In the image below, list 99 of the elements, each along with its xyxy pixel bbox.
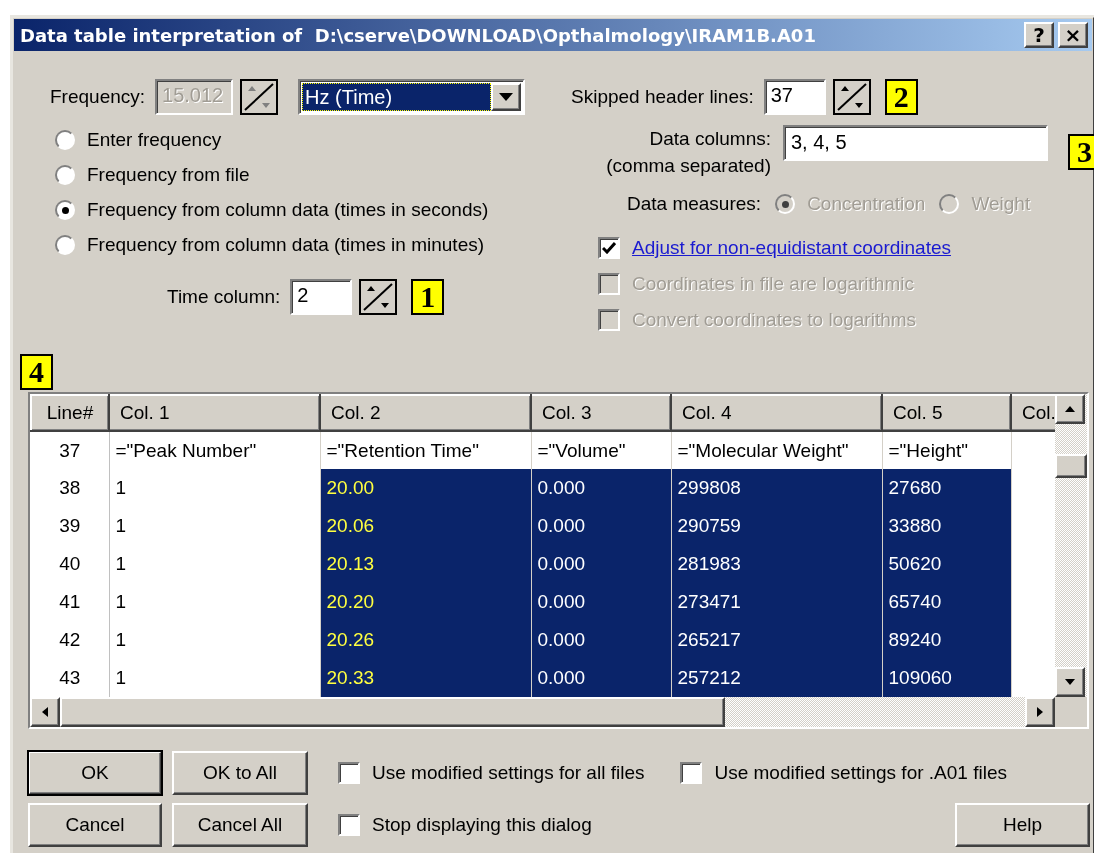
table-cell: 257212 (671, 659, 882, 697)
callout-number: 3 (1068, 134, 1094, 170)
checkbox[interactable] (338, 814, 360, 836)
spin-button[interactable] (240, 79, 279, 115)
checkbox[interactable] (680, 762, 703, 784)
radio-label: Frequency from column data (times in minutes) (87, 234, 485, 256)
dialog-button[interactable]: OK to All (172, 751, 308, 795)
column-header[interactable]: Col. 3 (531, 395, 671, 431)
spin-button[interactable] (832, 79, 871, 115)
scroll-thumb[interactable] (1055, 453, 1087, 478)
table-cell: 281983 (671, 545, 882, 583)
field-label: Skipped header lines: (571, 86, 754, 108)
dialog-button[interactable]: OK (28, 751, 162, 795)
callout-number: 2 (884, 79, 918, 115)
table-cell: 109060 (882, 659, 1011, 697)
table-cell: 20.06 (320, 507, 531, 545)
scroll-thumb[interactable] (60, 697, 725, 727)
field-label: Data measures: (627, 193, 762, 215)
dialog-button[interactable]: Cancel (28, 803, 162, 847)
spin-arrows-icon (835, 82, 868, 112)
line-number: 39 (31, 507, 109, 545)
line-number: 40 (31, 545, 109, 583)
table-cell: 20.26 (320, 621, 531, 659)
scrollbar-corner (1055, 697, 1087, 727)
checkbox-label: Use modified settings for all files (372, 762, 645, 784)
horizontal-scrollbar[interactable] (30, 697, 1055, 727)
callout-number: 1 (411, 279, 445, 315)
table-cell: 0.000 (531, 621, 671, 659)
checkbox[interactable] (598, 237, 620, 259)
table-cell: 27680 (882, 469, 1011, 507)
table-cell: 20.13 (320, 545, 531, 583)
vertical-scrollbar[interactable] (1055, 394, 1087, 697)
line-number: 42 (31, 621, 109, 659)
spin-arrows-icon (243, 82, 276, 112)
table-cell: 1 (109, 507, 320, 545)
checkbox[interactable] (338, 762, 360, 784)
radio-button[interactable] (55, 165, 75, 185)
scroll-right-button[interactable] (1025, 697, 1055, 727)
table-cell: 265217 (671, 621, 882, 659)
scroll-down-button[interactable] (1055, 666, 1085, 697)
title-bar-button[interactable]: × (1058, 22, 1088, 48)
input-field[interactable]: 3, 4, 5 (783, 125, 1048, 161)
table-cell: 1 (109, 545, 320, 583)
table-cell: 33880 (882, 507, 1011, 545)
dropdown-value: Hz (Time) (302, 83, 492, 111)
column-header[interactable]: Col. 2 (320, 395, 531, 431)
dialog-button[interactable]: Cancel All (172, 803, 308, 847)
table-cell: 1 (109, 469, 320, 507)
callout-number: 4 (20, 354, 53, 390)
title-bar-button[interactable]: ? (1024, 22, 1054, 48)
radio-button[interactable] (55, 130, 75, 150)
table-cell: 89240 (882, 621, 1011, 659)
radio-button[interactable] (55, 200, 75, 220)
table-cell: 1 (109, 583, 320, 621)
line-number: 38 (31, 469, 109, 507)
checkbox-label: Stop displaying this dialog (372, 814, 592, 836)
field-label: Time column: (167, 286, 281, 308)
radio-label: Enter frequency (87, 129, 222, 151)
number-field[interactable]: 37 (763, 79, 826, 115)
table-cell: 0.000 (531, 659, 671, 697)
line-number: 41 (31, 583, 109, 621)
table-cell: 0.000 (531, 507, 671, 545)
checkbox-label: Adjust for non-equidistant coordinates (632, 237, 951, 259)
table-cell: 65740 (882, 583, 1011, 621)
dropdown-button[interactable] (491, 83, 522, 111)
table-cell: 20.33 (320, 659, 531, 697)
table-cell: 290759 (671, 507, 882, 545)
radio-label: Frequency from file (87, 164, 250, 186)
table-cell: 0.000 (531, 545, 671, 583)
column-header[interactable]: Col. 4 (671, 395, 882, 431)
column-header[interactable]: Col. 5 (882, 395, 1011, 431)
table-cell: 0.000 (531, 583, 671, 621)
number-field[interactable]: 2 (290, 279, 353, 315)
spin-button[interactable] (359, 279, 398, 315)
scroll-up-button[interactable] (1055, 394, 1085, 424)
scroll-left-button[interactable] (30, 697, 60, 727)
table-cell: ="Peak Number" (109, 431, 320, 469)
table-cell: 0.000 (531, 469, 671, 507)
help-button[interactable]: Help (955, 803, 1090, 847)
column-header[interactable]: Col. (1011, 395, 1055, 431)
checkbox-label: Use modified settings for .A01 files (714, 762, 1007, 784)
table-cell: 50620 (882, 545, 1011, 583)
table-cell: 20.00 (320, 469, 531, 507)
spin-arrows-icon (362, 282, 395, 312)
table-cell: 273471 (671, 583, 882, 621)
window-title: Data table interpretation of D:\cserve\DOWNLOAD\Opthalmology\IRAM1B.A01 (20, 24, 816, 46)
check-icon (602, 242, 616, 254)
field-label: Frequency: (50, 86, 146, 108)
radio-label: Frequency from column data (times in seconds) (87, 199, 489, 221)
radio-button[interactable] (55, 235, 75, 255)
column-header[interactable]: Col. 1 (109, 395, 320, 431)
field-label: Data columns: (648, 127, 771, 151)
dropdown-arrow-icon (499, 93, 514, 101)
column-header[interactable]: Line# (31, 395, 109, 431)
line-number: 37 (31, 431, 109, 469)
table-cell: 20.20 (320, 583, 531, 621)
field-hint: (comma separated) (605, 154, 771, 178)
table-cell: 1 (109, 621, 320, 659)
table-cell: 299808 (671, 469, 882, 507)
